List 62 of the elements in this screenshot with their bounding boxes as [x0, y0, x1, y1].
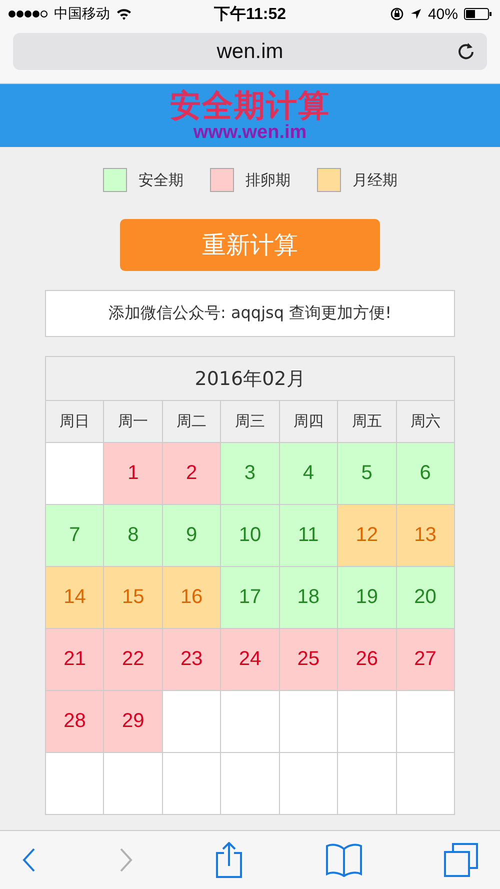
location-arrow-icon: [410, 8, 422, 20]
share-icon[interactable]: [215, 842, 243, 878]
calendar-day[interactable]: 10: [221, 505, 279, 566]
battery-percent: 40%: [428, 6, 458, 22]
calendar-day[interactable]: 21: [46, 629, 104, 690]
calendar-day[interactable]: 3: [221, 443, 279, 504]
calendar-day[interactable]: 5: [338, 443, 396, 504]
legend-swatch: [210, 168, 234, 192]
weekday-header: 周一: [104, 401, 162, 442]
calendar-day[interactable]: 4: [280, 443, 338, 504]
weekday-header: 周四: [280, 401, 338, 442]
calendar-day[interactable]: 15: [104, 567, 162, 628]
carrier-name: 中国移动: [54, 5, 110, 23]
weekday-header: 周日: [46, 401, 104, 442]
calendar-day[interactable]: 22: [104, 629, 162, 690]
battery-icon: [464, 8, 492, 20]
url-text: wen.im: [216, 40, 284, 64]
weekday-header: 周六: [396, 401, 454, 442]
reload-icon[interactable]: [457, 42, 475, 60]
address-field[interactable]: wen.im: [13, 33, 487, 70]
logo-title: 安全期计算: [170, 88, 330, 122]
calendar-day[interactable]: 28: [46, 691, 104, 752]
legend-label: 排卵期: [246, 170, 290, 190]
wifi-icon: [116, 8, 132, 20]
legend-label: 月经期: [352, 170, 398, 190]
rotation-lock-icon: [390, 7, 404, 21]
calendar-day[interactable]: 24: [221, 629, 279, 690]
calendar-day[interactable]: 16: [162, 567, 220, 628]
calendar-day[interactable]: 25: [280, 629, 338, 690]
calendar-day[interactable]: 12: [338, 505, 396, 566]
calendar-day[interactable]: 11: [280, 505, 338, 566]
calendar-day[interactable]: 26: [338, 629, 396, 690]
calendar-day[interactable]: 9: [162, 505, 220, 566]
calendar-day[interactable]: 13: [396, 505, 454, 566]
weekday-header: 周二: [162, 401, 220, 442]
calendar-day[interactable]: 27: [396, 629, 454, 690]
book-icon[interactable]: [326, 843, 362, 877]
signal-icon: [8, 10, 48, 18]
calendar-day[interactable]: 18: [280, 567, 338, 628]
recalculate-button[interactable]: 重新计算: [120, 219, 380, 271]
legend-swatch: [316, 168, 340, 192]
calendar-day[interactable]: 8: [104, 505, 162, 566]
logo-url: www.wen.im: [193, 122, 307, 142]
notice-text: 添加微信公众号: aqqjsq 查询更加方便!: [45, 290, 455, 337]
month-title: 2016年02月: [46, 357, 454, 401]
weekday-header: 周五: [338, 401, 396, 442]
legend-swatch: [102, 168, 126, 192]
calendar-day[interactable]: 20: [396, 567, 454, 628]
calendar-day[interactable]: 29: [104, 691, 162, 752]
calendar-day[interactable]: 7: [46, 505, 104, 566]
legend-label: 安全期: [138, 170, 184, 190]
calendar-day[interactable]: 23: [162, 629, 220, 690]
tabs-icon[interactable]: [444, 843, 478, 877]
weekday-header: 周三: [221, 401, 279, 442]
clock-time: 下午11:52: [214, 4, 286, 24]
calendar-day[interactable]: 17: [221, 567, 279, 628]
calendar-day[interactable]: 1: [104, 443, 162, 504]
calendar-day[interactable]: 2: [162, 443, 220, 504]
calendar-day[interactable]: 6: [396, 443, 454, 504]
back-icon[interactable]: [22, 847, 36, 873]
calendar-day[interactable]: 19: [338, 567, 396, 628]
calendar-day[interactable]: 14: [46, 567, 104, 628]
